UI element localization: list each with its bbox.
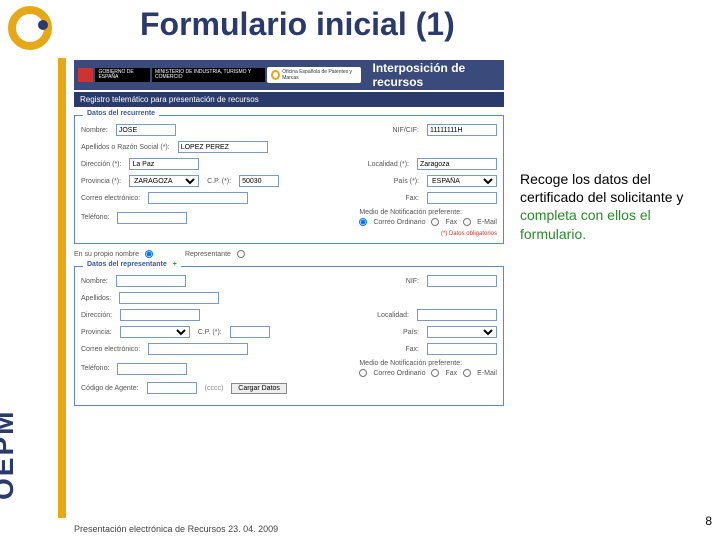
input-nombre[interactable] — [116, 124, 176, 136]
flag-icon — [78, 68, 93, 82]
label-fax: Fax: — [405, 195, 419, 202]
required-note: (*) Datos obligatorios — [81, 231, 497, 237]
ministry-block: GOBIERNO DE ESPAÑA — [95, 68, 150, 82]
oepm-logo — [8, 6, 56, 54]
label-cp: C.P. (*): — [207, 178, 231, 185]
select-provincia[interactable]: ZARAGOZA — [129, 175, 199, 187]
r-label-direccion: Dirección: — [81, 312, 112, 319]
r-radio-correo[interactable] — [359, 369, 367, 377]
label-direccion: Dirección (*): — [81, 161, 121, 168]
r-label-fax: Fax: — [405, 346, 419, 353]
codigo-hint: (cccc) — [205, 385, 224, 392]
label-apellidos: Apellidos o Razón Social (*): — [81, 144, 170, 151]
r-label-codigo: Código de Agente: — [81, 385, 139, 392]
r-label-correo: Correo electrónico: — [81, 346, 140, 353]
ministry-block-2: MINISTERIO DE INDUSTRIA, TURISMO Y COMER… — [152, 68, 265, 82]
input-localidad[interactable] — [417, 158, 497, 170]
r-input-apellidos[interactable] — [119, 292, 219, 304]
slide-title: Formulario inicial (1) — [140, 6, 455, 43]
annotation-text: Recoge los datos del certificado del sol… — [520, 170, 700, 243]
label-representante: Representante — [185, 251, 231, 258]
r-label-apellidos: Apellidos: — [81, 295, 111, 302]
r-input-direccion[interactable] — [120, 309, 200, 321]
r-label-nif: NIF: — [406, 278, 419, 285]
r-select-pais[interactable] — [427, 326, 497, 338]
sidebar-brand: OEPM — [0, 410, 20, 500]
input-fax[interactable] — [427, 192, 497, 204]
cargar-datos-button[interactable]: Cargar Datos — [231, 383, 287, 394]
radio-propio[interactable] — [145, 250, 153, 258]
fieldset-recurrente: Datos del recurrente Nombre: NIF/CIF: Ap… — [74, 115, 504, 244]
ownership-row: En su propio nombre Representante — [74, 250, 504, 258]
input-nif[interactable] — [427, 124, 497, 136]
oepm-badge: Oficina Española de Patentes y Marcas — [267, 67, 360, 83]
input-direccion[interactable] — [129, 158, 199, 170]
accent-strip — [58, 58, 66, 518]
r-input-correo[interactable] — [148, 343, 248, 355]
r-input-nif[interactable] — [427, 275, 497, 287]
legend-representante: Datos del representante + — [83, 261, 181, 268]
input-telefono[interactable] — [117, 212, 187, 224]
r-input-telefono[interactable] — [117, 363, 187, 375]
label-nif: NIF/CIF: — [393, 127, 419, 134]
form-screenshot: GOBIERNO DE ESPAÑA MINISTERIO DE INDUSTR… — [74, 60, 504, 518]
label-provincia: Provincia (*): — [81, 178, 121, 185]
r-label-pais: País: — [403, 329, 419, 336]
r-input-nombre[interactable] — [116, 275, 186, 287]
radio-fax[interactable] — [431, 218, 439, 226]
page-number: 8 — [705, 514, 712, 528]
r-radio-fax[interactable] — [431, 369, 439, 377]
r-label-localidad: Localidad: — [377, 312, 409, 319]
fieldset-representante: Datos del representante + Nombre: NIF: A… — [74, 266, 504, 406]
r-label-provincia: Provincia: — [81, 329, 112, 336]
oepm-badge-icon — [271, 70, 280, 80]
r-label-medio: Medio de Notificación preferente: — [359, 360, 497, 367]
r-input-localidad[interactable] — [417, 309, 497, 321]
app-banner: GOBIERNO DE ESPAÑA MINISTERIO DE INDUSTR… — [74, 60, 504, 90]
radio-correo[interactable] — [359, 218, 367, 226]
add-representante-icon[interactable]: + — [173, 261, 177, 268]
r-input-codigo[interactable] — [147, 382, 197, 394]
r-label-telefono: Teléfono: — [81, 365, 109, 372]
label-telefono: Teléfono: — [81, 214, 109, 221]
label-nombre: Nombre: — [81, 127, 108, 134]
label-correo: Correo electrónico: — [81, 195, 140, 202]
radio-email[interactable] — [463, 218, 471, 226]
r-input-fax[interactable] — [427, 343, 497, 355]
legend-recurrente: Datos del recurrente — [83, 110, 159, 117]
radio-representante[interactable] — [237, 250, 245, 258]
footer-text: Presentación electrónica de Recursos 23.… — [74, 524, 278, 534]
banner-subtitle: Registro telemático para presentación de… — [74, 92, 504, 107]
select-pais[interactable]: ESPAÑA — [427, 175, 497, 187]
input-correo[interactable] — [148, 192, 248, 204]
input-apellidos[interactable] — [178, 141, 268, 153]
r-label-cp: C.P. (*): — [198, 329, 222, 336]
r-input-cp[interactable] — [230, 326, 270, 338]
label-medio: Medio de Notificación preferente: — [359, 209, 497, 216]
input-cp[interactable] — [239, 175, 279, 187]
label-localidad: Localidad (*): — [368, 161, 409, 168]
r-label-nombre: Nombre: — [81, 278, 108, 285]
banner-title: Interposición de recursos — [373, 61, 500, 89]
r-select-provincia[interactable] — [120, 326, 190, 338]
r-radio-email[interactable] — [463, 369, 471, 377]
label-pais: País (*): — [394, 178, 419, 185]
label-propio: En su propio nombre — [74, 251, 139, 258]
